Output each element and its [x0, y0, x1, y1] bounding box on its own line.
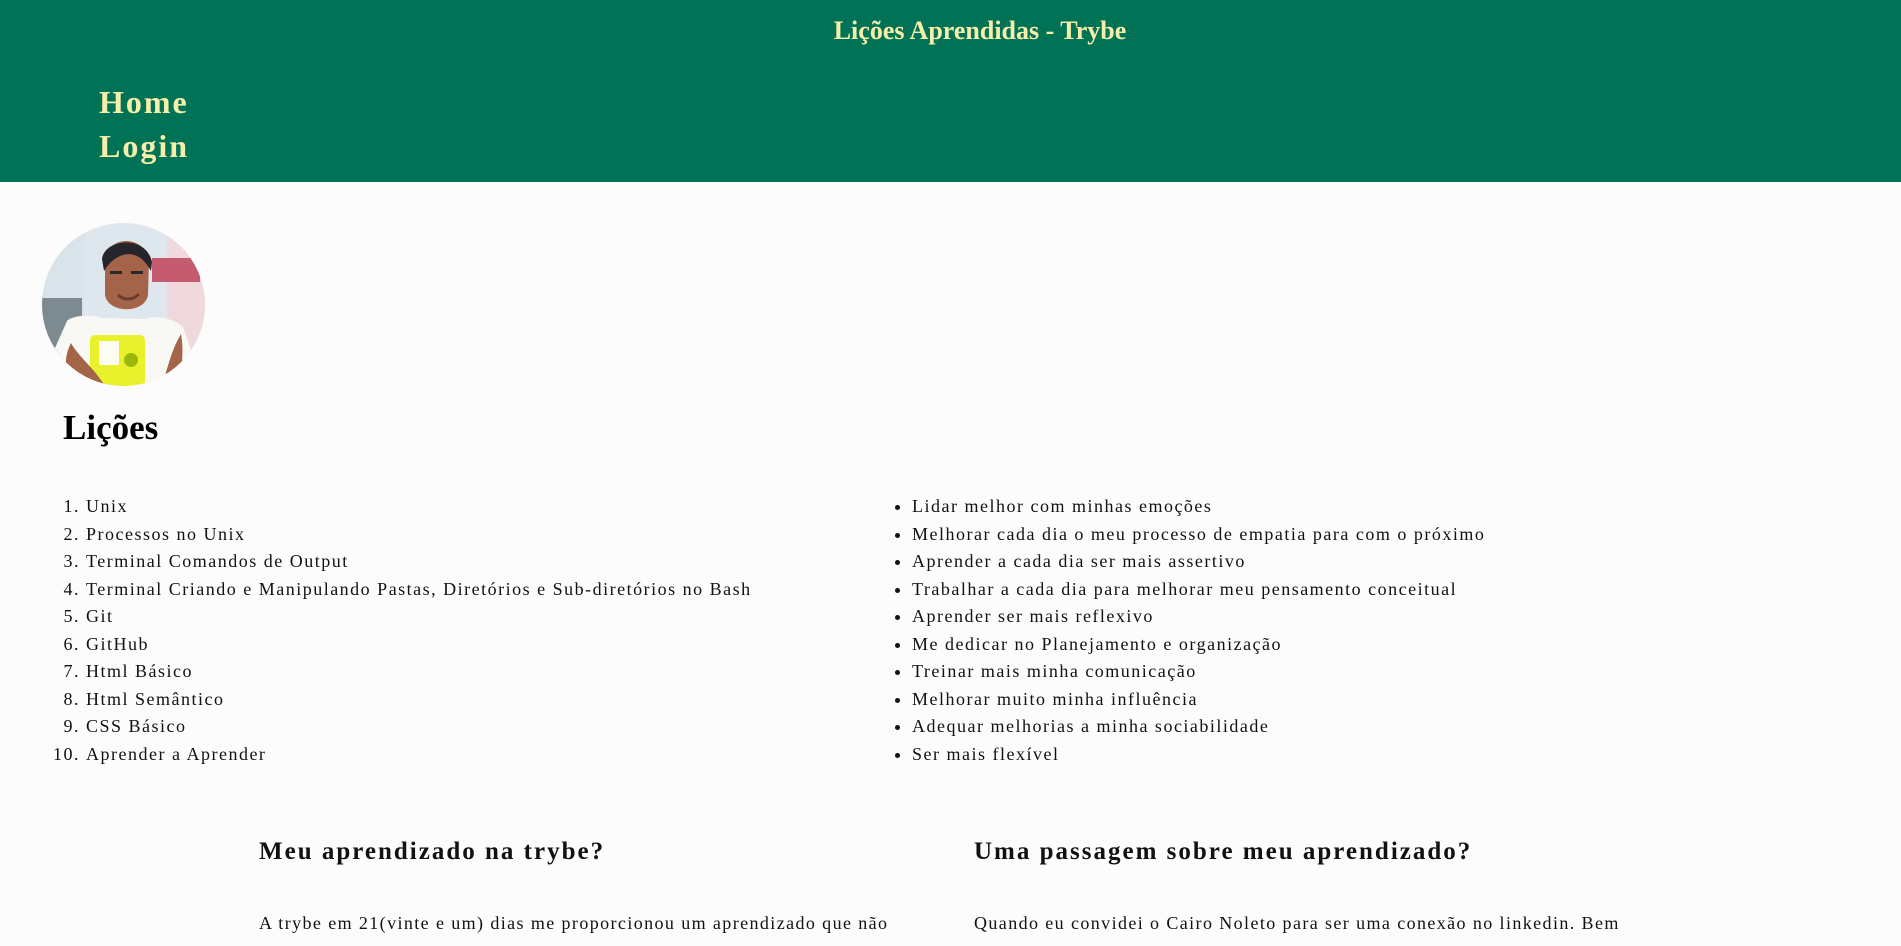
lesson-item: Html Básico: [86, 658, 752, 686]
goal-item: Melhorar muito minha influência: [912, 686, 1485, 714]
lesson-item: Html Semântico: [86, 686, 752, 714]
lesson-item: Terminal Criando e Manipulando Pastas, D…: [86, 576, 752, 604]
passage-section-text: Quando eu convidei o Cairo Noleto para s…: [974, 913, 1620, 933]
lesson-item: Git: [86, 603, 752, 631]
goal-item: Trabalhar a cada dia para melhorar meu p…: [912, 576, 1485, 604]
main-nav: Home Login: [99, 80, 189, 168]
goals-bullet-list: Lidar melhor com minhas emoções Melhorar…: [890, 493, 1485, 768]
nav-login-link[interactable]: Login: [99, 124, 189, 168]
lesson-item: Terminal Comandos de Output: [86, 548, 752, 576]
profile-photo: [42, 223, 205, 386]
lessons-ordered-list: Unix Processos no Unix Terminal Comandos…: [46, 493, 752, 768]
goal-item: Ser mais flexível: [912, 741, 1485, 769]
learning-section-text: A trybe em 21(vinte e um) dias me propor…: [259, 913, 889, 933]
goal-item: Lidar melhor com minhas emoções: [912, 493, 1485, 521]
lesson-item: Unix: [86, 493, 752, 521]
lesson-item: GitHub: [86, 631, 752, 659]
passage-section-title: Uma passagem sobre meu aprendizado?: [974, 838, 1473, 865]
lesson-item: CSS Básico: [86, 713, 752, 741]
lesson-item: Processos no Unix: [86, 521, 752, 549]
goal-item: Aprender a cada dia ser mais assertivo: [912, 548, 1485, 576]
learning-section-title: Meu aprendizado na trybe?: [259, 838, 606, 865]
site-header: Lições Aprendidas - Trybe Home Login: [0, 0, 1901, 182]
nav-home-link[interactable]: Home: [99, 80, 189, 124]
lesson-item: Aprender a Aprender: [86, 741, 752, 769]
goal-item: Melhorar cada dia o meu processo de empa…: [912, 521, 1485, 549]
goal-item: Adequar melhorias a minha sociabilidade: [912, 713, 1485, 741]
goal-item: Treinar mais minha comunicação: [912, 658, 1485, 686]
profile-photo-icon: [42, 223, 205, 386]
goal-item: Me dedicar no Planejamento e organização: [912, 631, 1485, 659]
site-title: Lições Aprendidas - Trybe: [833, 16, 1127, 45]
lessons-title: Lições: [63, 408, 159, 447]
goal-item: Aprender ser mais reflexivo: [912, 603, 1485, 631]
